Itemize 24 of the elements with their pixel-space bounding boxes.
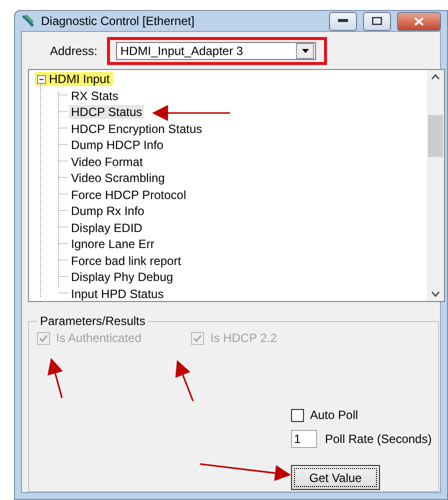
tree-item[interactable]: Force HDCP Protocol xyxy=(69,188,188,202)
poll-rate-field[interactable]: 1 xyxy=(291,430,317,448)
tree-item[interactable]: Force bad link report xyxy=(69,254,184,268)
tree-item[interactable]: Ignore Lane Err xyxy=(69,237,156,252)
checkbox-label: Is Authenticated xyxy=(56,331,142,345)
tree-item[interactable]: Dump Rx Info xyxy=(69,204,146,218)
tree-node[interactable]: HDMI Input xyxy=(35,72,113,86)
address-dropdown[interactable]: HDMI_Input_Adapter 3 xyxy=(116,42,316,60)
tree-item[interactable]: Display Phy Debug xyxy=(69,270,176,284)
tree-item[interactable]: Dump HDCP Info xyxy=(69,138,166,152)
poll-rate-label: Poll Rate (Seconds) xyxy=(325,432,432,446)
tree-item[interactable]: RX Stats xyxy=(69,88,120,103)
tree-item[interactable]: HDCP Encryption Status xyxy=(69,122,204,136)
window-title: Diagnostic Control [Ethernet] xyxy=(41,14,196,28)
checkbox-label: Is HDCP 2.2 xyxy=(210,331,277,345)
group-title: Parameters/Results xyxy=(39,314,146,328)
tree-item[interactable]: HDCP Status xyxy=(69,105,144,120)
checkbox-label: Auto Poll xyxy=(310,408,358,422)
tree-item[interactable]: Video Format xyxy=(69,154,145,169)
address-label: Address: xyxy=(50,44,98,58)
get-value-button[interactable]: Get Value xyxy=(291,465,380,490)
tree-item[interactable]: Video Scrambling xyxy=(69,171,167,186)
tree-item[interactable]: Input HPD Status xyxy=(69,286,166,301)
tree-item[interactable]: Display EDID xyxy=(69,220,144,235)
